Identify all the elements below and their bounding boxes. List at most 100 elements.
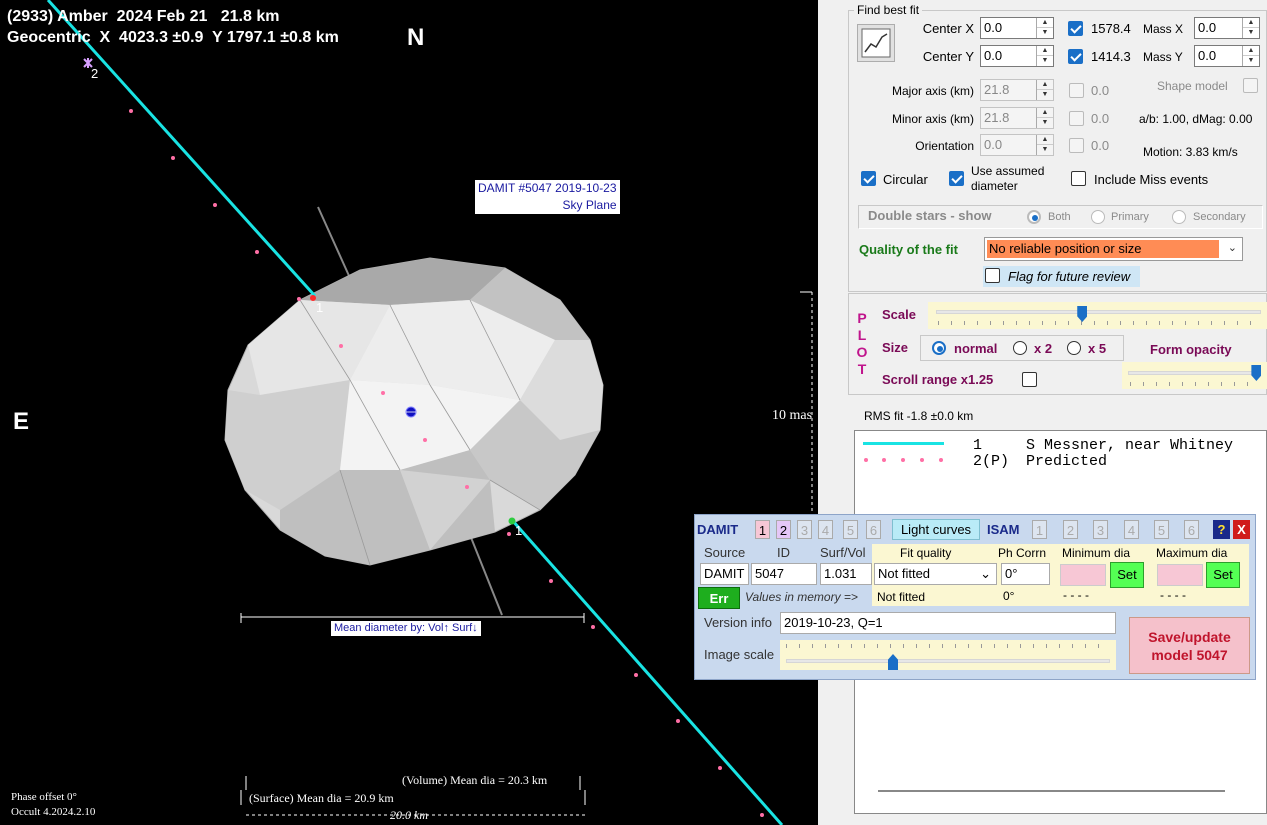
version-info-value: 2019-10-23, Q=1 [780, 612, 1116, 634]
damit-tab-4[interactable]: 4 [818, 520, 833, 539]
secondary-radio[interactable] [1172, 210, 1186, 224]
fit-button[interactable] [857, 24, 895, 62]
size-x2-radio[interactable] [1013, 341, 1027, 355]
damit-tab-5[interactable]: 5 [843, 520, 858, 539]
orientation-up-button[interactable]: ▲ [1037, 135, 1053, 145]
mass-y-spinner[interactable]: 0.0 ▲ ▼ [1194, 45, 1260, 67]
source-value: DAMIT [700, 563, 749, 585]
secondary-label: Secondary [1193, 211, 1246, 223]
set-min-dia-button[interactable]: Set [1110, 562, 1144, 588]
center-y-checkbox[interactable] [1068, 49, 1083, 64]
major-axis-up-button[interactable]: ▲ [1037, 80, 1053, 90]
center-y-spinner[interactable]: 0.0 ▲ ▼ [980, 45, 1054, 67]
damit-tab-1[interactable]: 1 [755, 520, 770, 539]
save-update-button[interactable]: Save/update model 5047 [1129, 617, 1250, 674]
occultation-plot[interactable]: (2933) Amber 2024 Feb 21 21.8 km Geocent… [0, 0, 818, 825]
plot-title-line2: Geocentric X 4023.3 ±0.9 Y 1797.1 ±0.8 k… [7, 29, 339, 46]
isam-tab-1[interactable]: 1 [1032, 520, 1047, 539]
use-assumed-label-line1: Use assumed [971, 164, 1045, 178]
scale-slider-thumb[interactable] [1077, 306, 1088, 322]
form-opacity-slider[interactable] [1122, 362, 1267, 389]
minor-axis-checkbox[interactable] [1069, 111, 1084, 126]
image-scale-thumb[interactable] [888, 654, 898, 670]
include-miss-checkbox[interactable] [1071, 171, 1086, 186]
mass-y-down-button[interactable]: ▼ [1243, 56, 1259, 66]
ph-corr-value[interactable]: 0° [1001, 563, 1050, 585]
fit-quality-header: Fit quality [900, 546, 952, 560]
mass-y-value: 0.0 [1198, 48, 1217, 63]
isam-tab-4[interactable]: 4 [1124, 520, 1139, 539]
use-assumed-checkbox[interactable] [949, 171, 964, 186]
min-dia-field[interactable] [1060, 564, 1106, 586]
size-label: Size [882, 340, 909, 355]
plot-letter-t: T [857, 361, 867, 377]
scale-slider[interactable] [928, 302, 1267, 329]
major-axis-checkbox[interactable] [1069, 83, 1084, 98]
major-axis-down-button[interactable]: ▼ [1037, 90, 1053, 100]
err-button[interactable]: Err [698, 587, 740, 609]
isam-tab-3[interactable]: 3 [1093, 520, 1108, 539]
shape-model-checkbox[interactable] [1243, 78, 1258, 93]
minor-axis-down-button[interactable]: ▼ [1037, 118, 1053, 128]
mass-y-up-button[interactable]: ▲ [1243, 46, 1259, 56]
center-x-up-button[interactable]: ▲ [1037, 18, 1053, 28]
both-radio[interactable] [1027, 210, 1041, 224]
minor-axis-up-button[interactable]: ▲ [1037, 108, 1053, 118]
isam-tab-2[interactable]: 2 [1063, 520, 1078, 539]
center-x-down-button[interactable]: ▼ [1037, 28, 1053, 38]
north-label: N [407, 24, 425, 51]
close-button[interactable]: X [1233, 520, 1250, 539]
center-x-checkbox[interactable] [1068, 21, 1083, 36]
max-dia-header: Maximum dia [1156, 546, 1228, 560]
plot-canvas [46, 0, 813, 825]
form-opacity-thumb[interactable] [1251, 365, 1262, 381]
damit-title: DAMIT [697, 522, 739, 537]
light-curves-button[interactable]: Light curves [892, 519, 980, 540]
help-button[interactable]: ? [1213, 520, 1230, 539]
memory-max-dia: - - - - [1160, 588, 1186, 602]
damit-panel: DAMIT 1 2 3 4 5 6 Light curves ISAM 1 2 … [694, 514, 1256, 680]
minor-axis-spinner[interactable]: 21.8 ▲ ▼ [980, 107, 1054, 129]
east-label: E [13, 408, 30, 435]
set-max-dia-button[interactable]: Set [1206, 562, 1240, 588]
mass-x-up-button[interactable]: ▲ [1243, 18, 1259, 28]
flag-review-label: Flag for future review [1008, 269, 1131, 284]
image-scale-slider[interactable] [780, 640, 1116, 670]
quality-dropdown[interactable]: No reliable position or size ⌄ [984, 237, 1243, 261]
center-y-down-button[interactable]: ▼ [1037, 56, 1053, 66]
legend-line-1 [863, 442, 944, 445]
isam-tab-5[interactable]: 5 [1154, 520, 1169, 539]
circular-label: Circular [883, 172, 928, 187]
damit-tab-6[interactable]: 6 [866, 520, 881, 539]
orientation-label: Orientation [915, 139, 974, 153]
orientation-down-button[interactable]: ▼ [1037, 145, 1053, 155]
orientation-checkbox[interactable] [1069, 138, 1084, 153]
chord-marker-label-2: 1 [515, 523, 523, 538]
major-axis-spinner[interactable]: 21.8 ▲ ▼ [980, 79, 1054, 101]
legend-num-2: 2(P) [973, 453, 1010, 470]
size-normal-radio[interactable] [932, 341, 946, 355]
fit-quality-dropdown[interactable]: Not fitted ⌄ [874, 563, 997, 585]
max-dia-field[interactable] [1157, 564, 1203, 586]
surfvol-header: Surf/Vol [820, 545, 866, 560]
scroll-range-checkbox[interactable] [1022, 372, 1037, 387]
damit-tab-3[interactable]: 3 [797, 520, 812, 539]
mass-x-label: Mass X [1143, 22, 1184, 36]
motion: Motion: 3.83 km/s [1143, 145, 1238, 159]
mass-x-spinner[interactable]: 0.0 ▲ ▼ [1194, 17, 1260, 39]
center-x-spinner[interactable]: 0.0 ▲ ▼ [980, 17, 1054, 39]
flag-review-checkbox[interactable] [985, 268, 1000, 283]
legend-scrollbar[interactable] [878, 790, 1225, 792]
center-y-up-button[interactable]: ▲ [1037, 46, 1053, 56]
size-x2-label: x 2 [1034, 341, 1053, 356]
orientation-spinner[interactable]: 0.0 ▲ ▼ [980, 134, 1054, 156]
find-best-fit-title: Find best fit [854, 3, 923, 17]
mass-x-down-button[interactable]: ▼ [1243, 28, 1259, 38]
size-x5-radio[interactable] [1067, 341, 1081, 355]
primary-radio[interactable] [1091, 210, 1105, 224]
circular-checkbox[interactable] [861, 171, 876, 186]
ph-corr-header: Ph Corrn [998, 546, 1047, 560]
surfvol-value: 1.031 [820, 563, 872, 585]
damit-tab-2[interactable]: 2 [776, 520, 791, 539]
isam-tab-6[interactable]: 6 [1184, 520, 1199, 539]
